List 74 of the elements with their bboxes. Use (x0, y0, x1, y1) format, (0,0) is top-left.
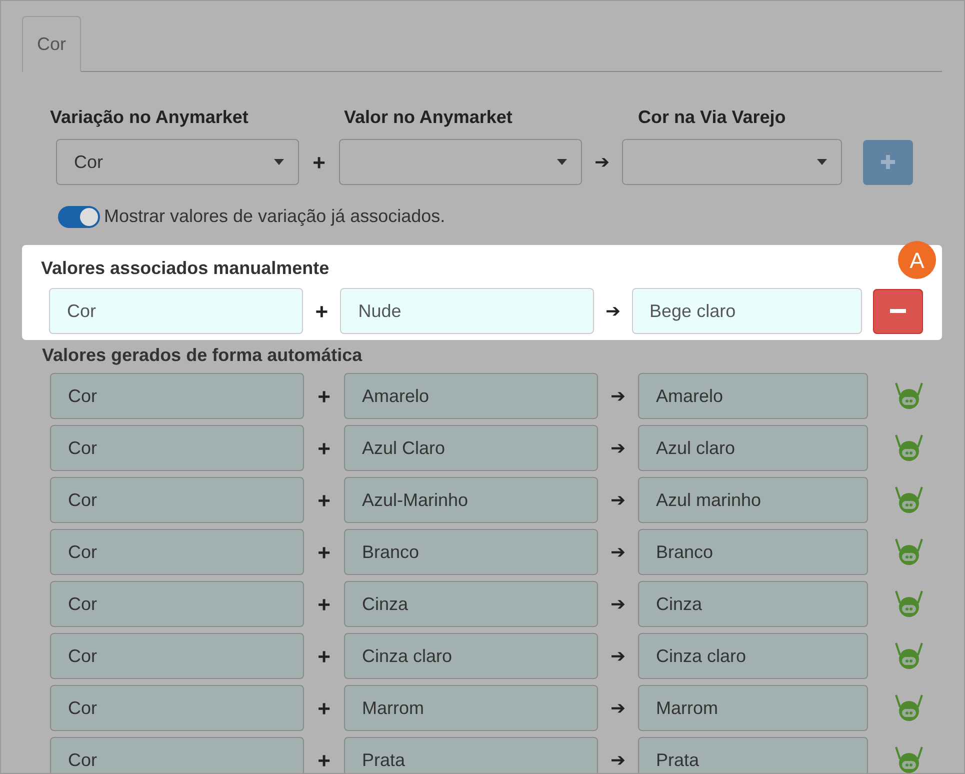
select-value: Cor (74, 150, 104, 174)
target-field[interactable]: Azul claro (638, 425, 868, 471)
arrow-sign: ➔ (610, 696, 626, 720)
remove-button[interactable] (873, 288, 924, 334)
value-field[interactable]: Marrom (344, 685, 598, 731)
target-field[interactable]: Cinza claro (638, 633, 868, 679)
column-label: Cor na Via Varejo (638, 107, 786, 127)
target-field[interactable]: Cinza (638, 581, 868, 627)
plus-sign: + (316, 746, 332, 773)
plus-sign: + (316, 434, 332, 462)
variation-field[interactable]: Cor (50, 529, 304, 575)
robot-icon (894, 433, 924, 463)
value-field[interactable]: Cinza claro (344, 633, 598, 679)
arrow-sign: ➔ (604, 300, 622, 322)
column-label: Variação no Anymarket (50, 107, 248, 127)
toggle-label: Mostrar valores de variação já associados. (104, 205, 446, 228)
plus-sign: + (316, 590, 332, 618)
variation-field[interactable]: Cor (50, 633, 304, 679)
value-field[interactable]: Nude (340, 288, 594, 334)
robot-icon (894, 589, 924, 619)
tab[interactable]: Cor (22, 16, 82, 72)
robot-icon (894, 381, 924, 411)
select-field[interactable]: Cor (56, 139, 299, 185)
select-field[interactable] (339, 139, 582, 185)
arrow-sign: ➔ (610, 748, 626, 772)
robot-icon (894, 537, 924, 567)
minus-icon (890, 309, 906, 313)
plus-sign: + (314, 298, 330, 326)
value-field[interactable]: Amarelo (344, 373, 598, 419)
value-field[interactable]: Prata (344, 737, 598, 773)
target-field[interactable]: Marrom (638, 685, 868, 731)
plus-sign: + (316, 538, 332, 566)
arrow-sign: ➔ (610, 436, 626, 460)
plus-sign: + (316, 382, 332, 410)
arrow-sign: ➔ (610, 488, 626, 512)
target-field[interactable]: Bege claro (632, 288, 862, 334)
toggle-switch[interactable] (58, 206, 100, 228)
arrow-sign: ➔ (594, 150, 610, 174)
variation-field[interactable]: Cor (50, 685, 304, 731)
target-field[interactable]: Branco (638, 529, 868, 575)
column-label: Valor no Anymarket (344, 107, 512, 127)
plus-sign: + (312, 148, 326, 176)
arrow-sign: ➔ (610, 592, 626, 616)
select-field[interactable] (622, 139, 842, 185)
value-field[interactable]: Branco (344, 529, 598, 575)
target-field[interactable]: Prata (638, 737, 868, 773)
variation-field[interactable]: Cor (50, 737, 304, 773)
robot-icon (894, 641, 924, 671)
plus-sign: + (316, 486, 332, 514)
plus-sign: + (316, 694, 332, 722)
caret-icon (817, 159, 827, 165)
plus-sign: + (316, 642, 332, 670)
variation-field[interactable]: Cor (50, 425, 304, 471)
arrow-sign: ➔ (610, 384, 626, 408)
target-field[interactable]: Amarelo (638, 373, 868, 419)
caret-icon (274, 159, 284, 165)
value-field[interactable]: Azul-Marinho (344, 477, 598, 523)
variation-field[interactable]: Cor (50, 373, 304, 419)
variation-field[interactable]: Cor (50, 477, 304, 523)
annotation-badge: A (898, 241, 936, 279)
arrow-sign: ➔ (610, 540, 626, 564)
value-field[interactable]: Cinza (344, 581, 598, 627)
robot-icon (894, 745, 924, 773)
robot-icon (894, 693, 924, 723)
section-title: Valores gerados de forma automática (42, 345, 362, 365)
section-title: Valores associados manualmente (41, 258, 330, 278)
target-field[interactable]: Azul marinho (638, 477, 868, 523)
caret-icon (557, 159, 567, 165)
arrow-sign: ➔ (610, 644, 626, 668)
variation-field[interactable]: Cor (49, 288, 303, 334)
value-field[interactable]: Azul Claro (344, 425, 598, 471)
plus-icon (881, 155, 895, 169)
robot-icon (894, 485, 924, 515)
variation-field[interactable]: Cor (50, 581, 304, 627)
